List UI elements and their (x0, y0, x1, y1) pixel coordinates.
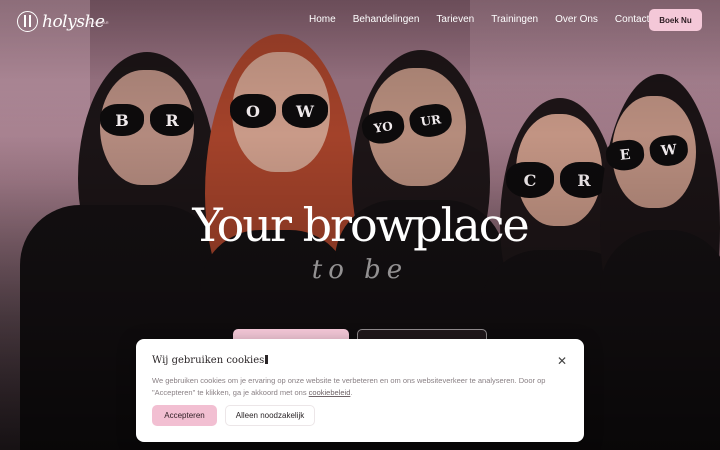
cookie-title-text: Wij gebruiken cookies (152, 355, 265, 366)
cookie-policy-link[interactable]: cookiebeleid (309, 388, 351, 397)
nav-links: Home Behandelingen Tarieven Trainingen O… (309, 14, 649, 25)
text-cursor (265, 355, 269, 364)
nav-link-behandelingen[interactable]: Behandelingen (353, 14, 420, 25)
cookie-description: We gebruiken cookies om je ervaring op o… (152, 376, 546, 397)
logo-subtext: BROW BAR (86, 21, 110, 25)
hero-headline: Your browplace (192, 198, 529, 252)
accept-cookies-button[interactable]: Accepteren (152, 405, 217, 426)
hero-script-text: to be (311, 255, 409, 285)
nav-link-over-ons[interactable]: Over Ons (555, 14, 598, 25)
top-nav: holyshe BROW BAR Home Behandelingen Tari… (0, 0, 720, 42)
logo-mark-icon (17, 11, 38, 32)
nav-link-contact[interactable]: Contact (615, 14, 649, 25)
necessary-only-button[interactable]: Alleen noodzakelijk (225, 405, 315, 426)
nav-link-trainingen[interactable]: Trainingen (491, 14, 538, 25)
close-icon[interactable]: ✕ (556, 355, 568, 367)
cookie-title: Wij gebruiken cookies (152, 355, 269, 366)
cookie-dialog: Wij gebruiken cookies ✕ We gebruiken coo… (136, 339, 584, 442)
nav-link-home[interactable]: Home (309, 14, 336, 25)
book-now-button[interactable]: Boek Nu (649, 9, 702, 31)
nav-link-tarieven[interactable]: Tarieven (436, 14, 474, 25)
